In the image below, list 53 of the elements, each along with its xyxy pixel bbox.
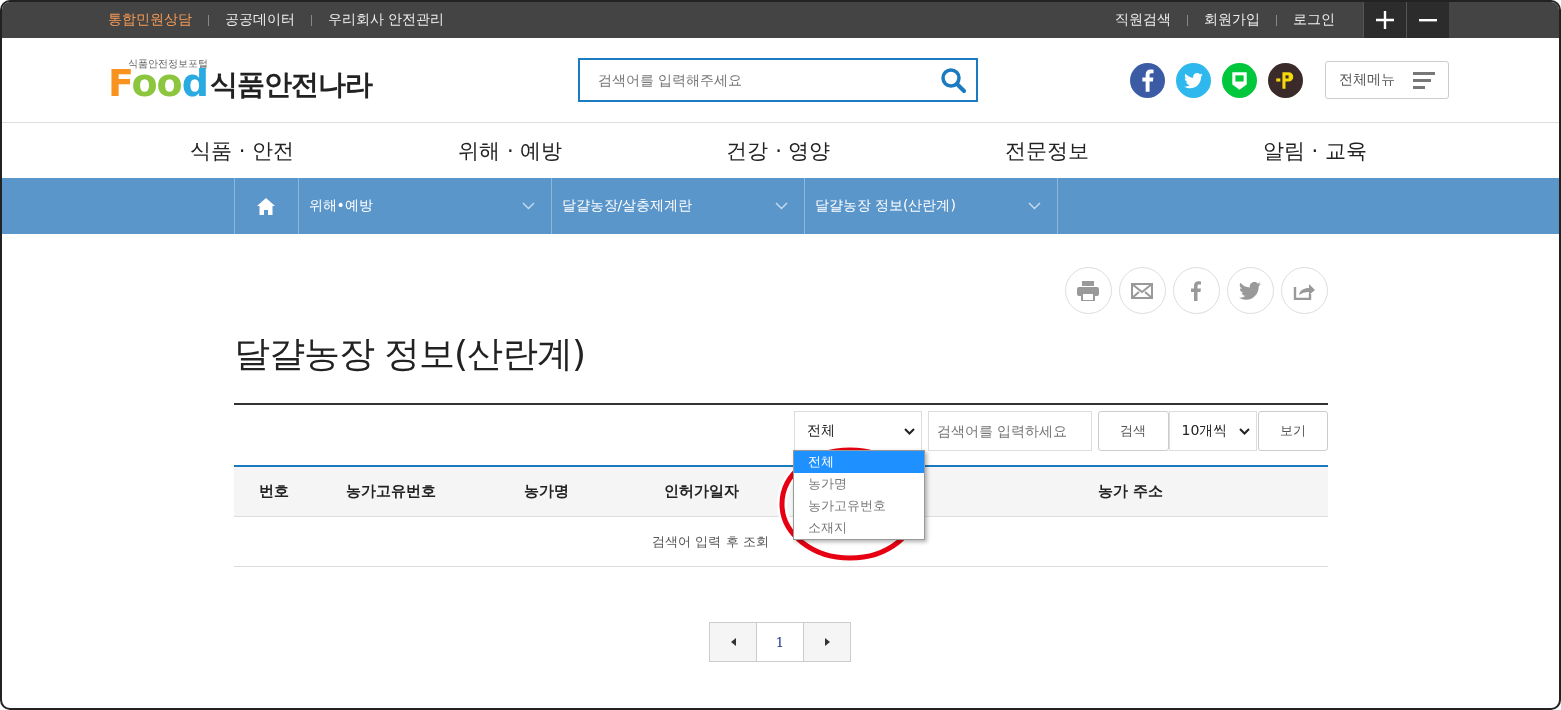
page-title: 달걀농장 정보(산란계) — [233, 332, 587, 376]
user-link[interactable]: 로그인 — [1293, 11, 1335, 29]
top-link[interactable]: 공공데이터 — [225, 11, 295, 29]
search-button[interactable]: 검색 — [1097, 411, 1169, 451]
next-page-button[interactable] — [803, 622, 851, 662]
twitter-icon[interactable] — [1176, 62, 1211, 98]
top-link[interactable]: 우리회사 안전관리 — [328, 11, 445, 29]
printer-icon — [1077, 280, 1099, 301]
zoom-in-button[interactable] — [1363, 2, 1406, 38]
chevron-down-icon — [774, 202, 788, 210]
column-header: 농가명 — [522, 482, 570, 501]
zoom-out-button[interactable] — [1406, 2, 1449, 38]
previous-page-button[interactable] — [709, 622, 757, 662]
facebook-icon[interactable] — [1130, 62, 1165, 98]
home-button[interactable] — [233, 178, 299, 234]
main-nav-item[interactable]: 건강 · 영양 — [644, 136, 913, 165]
bookmark-icon[interactable] — [1222, 62, 1257, 98]
share-icon — [1293, 281, 1315, 300]
dropdown-option[interactable]: 농가고유번호 — [793, 495, 924, 517]
page-size-select[interactable]: 10개씩 — [1168, 411, 1257, 451]
search-field[interactable]: 검색어를 입력해주세요 — [578, 58, 978, 102]
chevron-down-icon — [1027, 202, 1041, 210]
column-header: 인허가일자 — [662, 482, 740, 501]
bird-icon — [1239, 281, 1261, 300]
right-triangle-icon — [824, 638, 830, 646]
main-nav-item[interactable]: 위해 · 예방 — [376, 136, 645, 165]
all-menu-button[interactable]: 전체메뉴 — [1325, 61, 1449, 99]
search-icon — [940, 67, 966, 93]
column-header: 농가 주소 — [1096, 482, 1165, 501]
user-link[interactable]: 직원검색 — [1115, 11, 1171, 29]
chevron-down-icon — [1238, 427, 1250, 435]
column-header: 농가고유번호 — [345, 482, 437, 501]
plus-icon — [1376, 11, 1394, 29]
facebook-icon — [1191, 280, 1201, 301]
dropdown-option[interactable]: 소재지 — [793, 517, 924, 539]
left-triangle-icon — [730, 638, 736, 646]
view-button[interactable]: 보기 — [1257, 411, 1328, 451]
keyword-input[interactable]: 검색어를 입력하세요 — [927, 411, 1092, 451]
main-nav-item[interactable]: 전문정보 — [912, 136, 1181, 165]
user-link[interactable]: 회원가입 — [1204, 11, 1260, 29]
chevron-down-icon — [521, 202, 535, 210]
page-number[interactable]: 1 — [756, 622, 804, 662]
chevron-down-icon — [903, 427, 915, 435]
envelope-icon — [1131, 282, 1153, 299]
main-nav-item[interactable]: 알림 · 교육 — [1180, 136, 1449, 165]
main-nav-item[interactable]: 식품 · 안전 — [108, 136, 377, 165]
home-icon — [257, 197, 275, 215]
column-header: 번호 — [257, 482, 290, 501]
coin-icon[interactable] — [1268, 62, 1303, 98]
minus-icon — [1419, 18, 1437, 22]
top-link[interactable]: 통합민원상담 — [108, 11, 192, 29]
menu-icon — [1413, 71, 1435, 89]
dropdown-option[interactable]: 농가명 — [793, 473, 924, 495]
